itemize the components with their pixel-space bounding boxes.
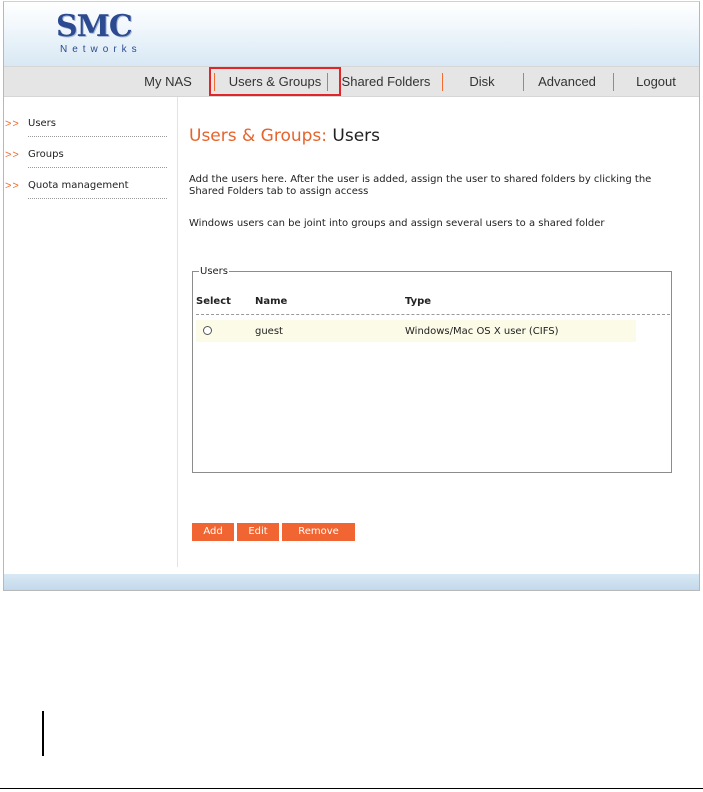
nav-shared-folders[interactable]: Shared Folders [337, 67, 435, 96]
nav-logout[interactable]: Logout [624, 67, 688, 96]
column-header-select: Select [196, 296, 231, 307]
sidebar: >> Users >> Groups >> Quota management [4, 97, 178, 567]
sidebar-item-users[interactable]: >> Users [4, 105, 168, 137]
page-title: Users & Groups: Users [189, 124, 380, 148]
user-type-cell: Windows/Mac OS X user (CIFS) [405, 326, 559, 337]
sidebar-item-quota-management[interactable]: >> Quota management [4, 167, 168, 199]
column-header-name: Name [255, 296, 288, 307]
header-divider [196, 314, 670, 315]
footer-bar [4, 574, 699, 590]
nav-separator [523, 73, 524, 91]
nav-advanced[interactable]: Advanced [530, 67, 604, 96]
groups-paragraph: Windows users can be joint into groups a… [189, 218, 605, 229]
logo-sub-text: Networks [60, 44, 142, 55]
double-arrow-icon: >> [5, 149, 20, 161]
intro-paragraph: Add the users here. After the user is ad… [189, 174, 652, 197]
dotted-divider [28, 198, 167, 199]
active-tab-highlight [209, 67, 341, 96]
nav-my-nas[interactable]: My NAS [136, 67, 200, 96]
remove-button[interactable]: Remove [282, 523, 355, 541]
users-fieldset-legend: Users [199, 266, 230, 278]
edit-button[interactable]: Edit [237, 523, 279, 541]
page-title-subsection: Users [332, 126, 381, 146]
sidebar-item-label: Groups [28, 149, 64, 160]
nas-admin-window: SMC Networks My NAS Users & Groups Share… [3, 1, 700, 591]
double-arrow-icon: >> [5, 180, 20, 192]
logo-main-text: SMC [56, 9, 133, 44]
page-title-section: Users & Groups: [189, 126, 328, 146]
column-header-type: Type [405, 296, 432, 307]
change-bar [42, 711, 44, 756]
nav-separator [613, 73, 614, 91]
bottom-rule [0, 788, 703, 789]
smc-logo: SMC Networks [56, 11, 156, 59]
header-banner: SMC Networks [4, 2, 699, 66]
double-arrow-icon: >> [5, 118, 20, 130]
add-button[interactable]: Add [192, 523, 234, 541]
sidebar-item-label: Users [28, 118, 57, 129]
nav-disk[interactable]: Disk [452, 67, 512, 96]
radio-button-icon[interactable] [203, 326, 212, 335]
user-name-cell: guest [255, 326, 283, 337]
main-nav: My NAS Users & Groups Shared Folders Dis… [4, 66, 699, 97]
sidebar-item-groups[interactable]: >> Groups [4, 136, 168, 168]
sidebar-item-label: Quota management [28, 180, 129, 191]
nav-separator [442, 73, 443, 91]
